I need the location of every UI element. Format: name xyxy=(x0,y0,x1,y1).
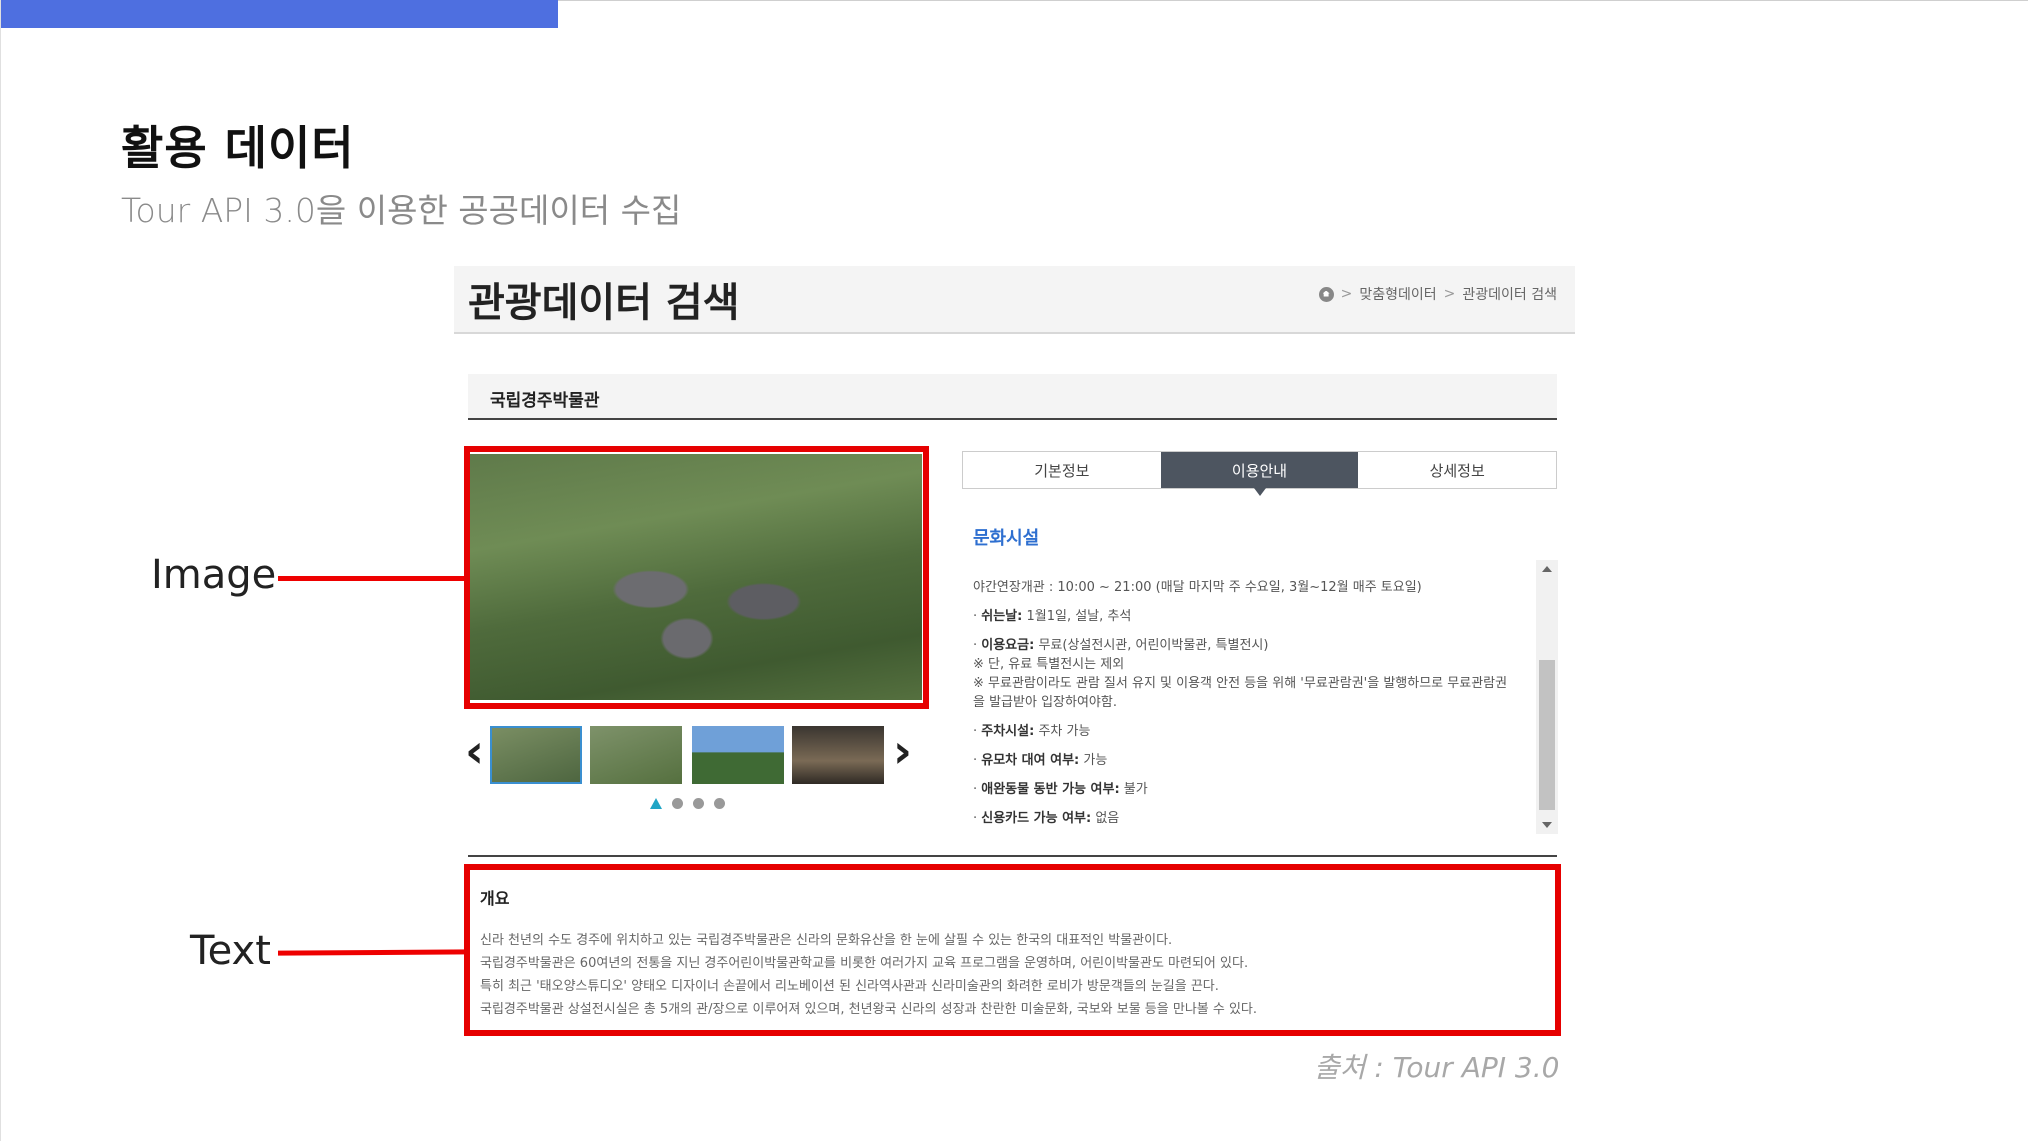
page-header: 관광데이터 검색 > 맞춤형데이터 > 관광데이터 검색 xyxy=(454,266,1575,334)
breadcrumb-item[interactable]: 맞춤형데이터 xyxy=(1359,284,1436,304)
carousel-dot[interactable] xyxy=(714,798,725,809)
info-label: 이용요금: xyxy=(981,638,1035,653)
item-name: 국립경주박물관 xyxy=(490,391,600,411)
scrollbar-thumb[interactable] xyxy=(1539,660,1555,810)
carousel-dot-active[interactable] xyxy=(650,798,662,809)
image-highlight-box xyxy=(464,446,929,709)
usage-info: 야간연장개관 : 10:00 ~ 21:00 (매달 마지막 주 수요일, 3월… xyxy=(973,578,1519,838)
info-label: 주차시설: xyxy=(981,724,1035,739)
scrollbar[interactable] xyxy=(1536,560,1558,834)
left-border xyxy=(0,0,1,1141)
info-value: 주차 가능 xyxy=(1038,724,1091,739)
info-pet: · 애완동물 동반 가능 여부: 불가 xyxy=(973,782,1148,797)
breadcrumb-item[interactable]: 관광데이터 검색 xyxy=(1462,284,1557,304)
carousel-dot[interactable] xyxy=(693,798,704,809)
info-note: ※ 단, 유료 특별전시는 제외 xyxy=(973,657,1125,672)
breadcrumb: > 맞춤형데이터 > 관광데이터 검색 xyxy=(1318,284,1557,304)
chevron-right-icon: > xyxy=(1443,286,1456,302)
info-value: 불가 xyxy=(1123,782,1148,797)
info-hours: 야간연장개관 : 10:00 ~ 21:00 (매달 마지막 주 수요일, 3월… xyxy=(973,580,1422,595)
page-title: 관광데이터 검색 xyxy=(468,280,740,326)
info-parking: · 주차시설: 주차 가능 xyxy=(973,724,1091,739)
home-icon[interactable] xyxy=(1318,286,1334,302)
info-value: 무료(상설전시관, 어린이박물관, 특별전시) xyxy=(1038,638,1269,653)
image-pointer-line xyxy=(278,576,470,581)
scroll-up-icon[interactable] xyxy=(1542,566,1552,572)
tab-basic-info[interactable]: 기본정보 xyxy=(963,452,1161,488)
text-pointer-line xyxy=(277,949,471,956)
chevron-right-icon: > xyxy=(1340,286,1353,302)
label-image: Image xyxy=(151,552,277,598)
info-value: 가능 xyxy=(1083,753,1108,768)
tab-usage-guide[interactable]: 이용안내 xyxy=(1160,452,1359,496)
thumbnail[interactable] xyxy=(490,726,582,784)
slide-subtitle: Tour API 3.0을 이용한 공공데이터 수집 xyxy=(121,191,682,230)
info-tabs: 기본정보 이용안내 상세정보 xyxy=(962,451,1557,496)
accent-bar xyxy=(0,0,558,28)
label-text: Text xyxy=(190,928,271,974)
item-name-bar: 국립경주박물관 xyxy=(468,374,1557,420)
tab-detail-info[interactable]: 상세정보 xyxy=(1358,452,1557,488)
info-label: 애완동물 동반 가능 여부: xyxy=(981,782,1120,797)
info-card: · 신용카드 가능 여부: 없음 xyxy=(973,811,1120,826)
scroll-down-icon[interactable] xyxy=(1542,822,1552,828)
info-label: 쉬는날: xyxy=(981,609,1023,624)
chevron-left-icon[interactable]: ‹ xyxy=(465,728,484,774)
thumbnail[interactable] xyxy=(590,726,682,784)
info-note: ※ 무료관람이라도 관람 질서 유지 및 이용객 안전 등을 위해 '무료관람권… xyxy=(973,676,1508,710)
thumbnail[interactable] xyxy=(692,726,784,784)
carousel-dot[interactable] xyxy=(672,798,683,809)
slide-title: 활용 데이터 xyxy=(121,121,355,175)
source-caption: 출처 : Tour API 3.0 xyxy=(1314,1051,1560,1084)
text-highlight-box xyxy=(464,864,1561,1036)
divider xyxy=(468,855,1557,857)
section-heading: 문화시설 xyxy=(973,528,1040,549)
info-value: 없음 xyxy=(1095,811,1120,826)
info-fee: · 이용요금: 무료(상설전시관, 어린이박물관, 특별전시) ※ 단, 유료 … xyxy=(973,638,1508,710)
info-label: 신용카드 가능 여부: xyxy=(981,811,1092,826)
info-label: 유모차 대여 여부: xyxy=(981,753,1080,768)
chevron-right-icon[interactable]: › xyxy=(893,728,912,774)
info-value: 1월1일, 설날, 추석 xyxy=(1026,609,1132,624)
info-closed: · 쉬는날: 1월1일, 설날, 추석 xyxy=(973,609,1132,624)
info-stroller: · 유모차 대여 여부: 가능 xyxy=(973,753,1108,768)
thumbnail[interactable] xyxy=(792,726,884,784)
carousel-dots xyxy=(650,798,725,809)
